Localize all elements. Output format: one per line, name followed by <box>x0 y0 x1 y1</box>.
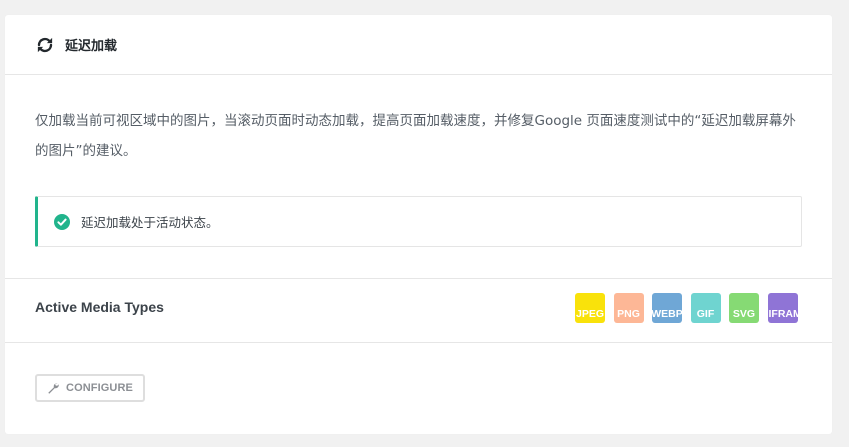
notice-text: 延迟加载处于活动状态。 <box>81 215 219 230</box>
lazy-load-description: 仅加载当前可视区域中的图片，当滚动页面时动态加载，提高页面加载速度，并修复Goo… <box>35 113 796 159</box>
configure-label: CONFIGURE <box>66 382 133 394</box>
card-title: 延迟加载 <box>65 39 118 54</box>
media-type-jpeg: JPEG <box>575 293 605 323</box>
sync-icon <box>35 35 55 55</box>
active-notice: 延迟加载处于活动状态。 <box>35 196 802 247</box>
media-types-list: JPEG PNG WEBP GIF SVG IFRAME <box>575 293 806 323</box>
media-type-svg: SVG <box>729 293 759 323</box>
card-header: 延迟加载 <box>5 15 832 75</box>
lazy-load-card: 延迟加载 仅加载当前可视区域中的图片，当滚动页面时动态加载，提高页面加载速度，并… <box>5 15 832 434</box>
wrench-icon <box>47 382 59 394</box>
media-type-webp: WEBP <box>652 293 682 323</box>
divider <box>5 278 832 279</box>
media-type-iframe: IFRAME <box>767 293 798 323</box>
check-circle-icon <box>54 213 70 230</box>
media-type-gif: GIF <box>690 293 721 323</box>
active-media-types-label: Active Media Types <box>35 299 164 315</box>
configure-button[interactable]: CONFIGURE <box>35 374 145 402</box>
media-type-png: PNG <box>613 293 644 323</box>
divider <box>5 342 832 343</box>
